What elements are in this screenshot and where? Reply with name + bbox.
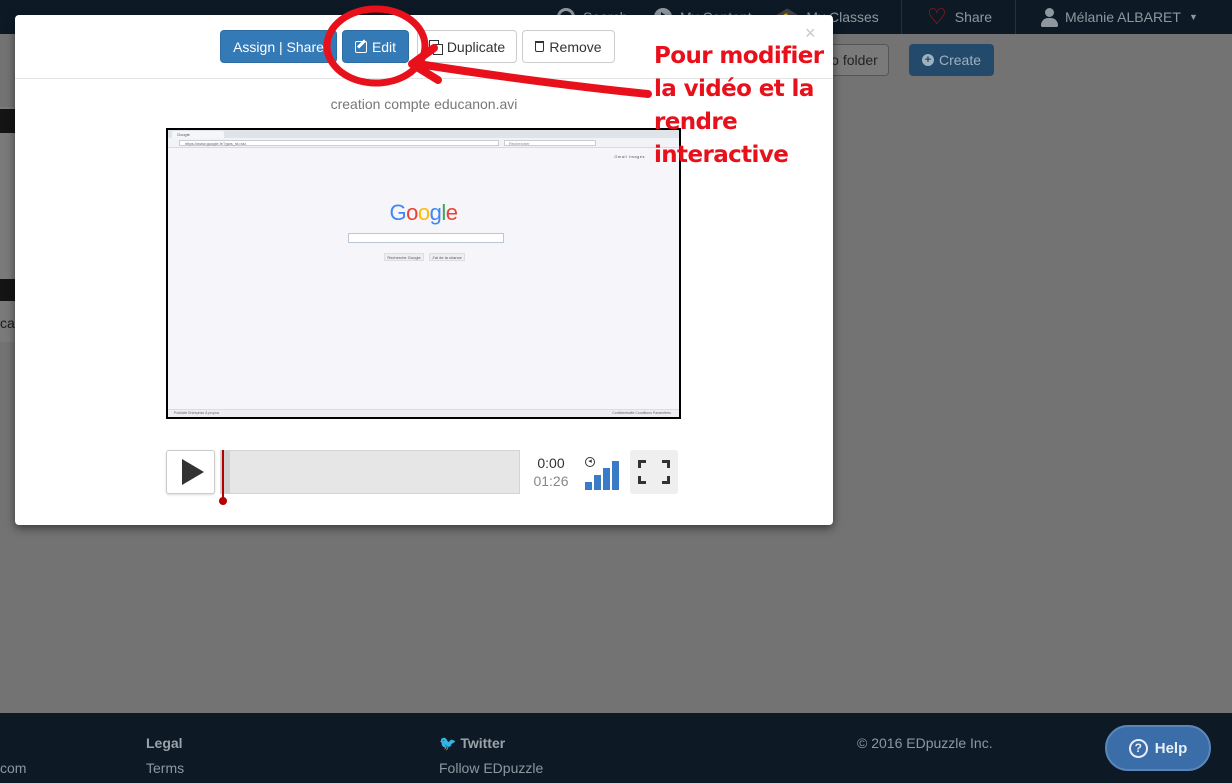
volume-control[interactable]: ◂: [583, 455, 623, 490]
assign-share-button[interactable]: Assign | Share: [220, 30, 337, 63]
plus-icon: +: [921, 54, 934, 66]
google-lucky-button: J'ai de la chance: [429, 253, 465, 261]
footer-link-contact[interactable]: com: [0, 760, 26, 776]
google-top-links: Gmail Images: [614, 154, 645, 159]
caret-down-icon: ▼: [1188, 12, 1198, 22]
footer-legal-heading: Legal: [146, 735, 183, 751]
google-footer-left: Publicité Entreprise À propos: [174, 411, 220, 415]
volume-bar: [603, 468, 610, 490]
browser-tab: Google: [172, 131, 224, 138]
edit-button-label: Edit: [371, 38, 397, 55]
video-card[interactable]: [0, 107, 15, 342]
fullscreen-button[interactable]: [630, 450, 678, 494]
card-thumbnail-strip: [0, 279, 15, 301]
volume-bar: [585, 482, 592, 490]
twitter-icon: 🐦: [439, 735, 457, 751]
help-label: Help: [1154, 739, 1188, 757]
help-button[interactable]: ? Help: [1105, 725, 1211, 771]
edit-icon: [354, 40, 367, 53]
volume-bar: [612, 461, 619, 490]
google-footer-right: Confidentialité Conditions Paramètres: [612, 411, 671, 415]
duplicate-button-label: Duplicate: [446, 38, 506, 55]
user-icon: [1041, 8, 1058, 27]
create-button-label: Create: [938, 52, 982, 68]
edit-button[interactable]: Edit: [342, 30, 409, 63]
remove-button[interactable]: Remove: [522, 30, 615, 63]
google-search-button: Recherche Google: [384, 253, 424, 261]
google-logo: Google: [389, 200, 458, 225]
playhead[interactable]: [219, 450, 227, 505]
annotation-line: rendre: [654, 109, 738, 135]
trash-icon: [535, 41, 545, 52]
user-menu[interactable]: Mélanie ALBARET ▼: [1041, 0, 1198, 34]
browser-url: https://www.google.fr/?gws_rd=ssl: [179, 140, 499, 146]
heart-icon: ♡: [927, 4, 947, 29]
card-thumbnail-strip: [0, 109, 15, 133]
current-time: 0:00: [537, 455, 565, 471]
create-button[interactable]: + Create: [909, 44, 994, 76]
nav-share[interactable]: ♡ Share: [927, 0, 992, 34]
nav-divider: [901, 0, 902, 34]
browser-search: Rechercher: [504, 140, 596, 146]
annotation-line: interactive: [654, 142, 789, 168]
video-player[interactable]: Google https://www.google.fr/?gws_rd=ssl…: [166, 128, 681, 419]
browser-tabstrip: Google: [168, 130, 679, 138]
page-footer: com Legal Terms 🐦 Twitter Follow EDpuzzl…: [0, 713, 1232, 783]
total-time: 01:26: [533, 473, 569, 489]
playhead-handle[interactable]: [219, 497, 227, 505]
speaker-icon: ◂: [585, 457, 595, 467]
duplicate-icon: [428, 40, 443, 55]
footer-link-follow[interactable]: Follow EDpuzzle: [439, 760, 543, 776]
annotation-line: Pour modifier: [654, 43, 824, 69]
google-footer: Publicité Entreprise À propos Confidenti…: [168, 409, 679, 417]
footer-copyright: © 2016 EDpuzzle Inc.: [857, 735, 993, 751]
annotation-text: Pour modifier la vidéo et la rendre inte…: [654, 40, 824, 172]
footer-link-terms[interactable]: Terms: [146, 760, 184, 776]
remove-button-label: Remove: [549, 38, 602, 55]
play-button[interactable]: [166, 450, 215, 494]
video-screen: Google https://www.google.fr/?gws_rd=ssl…: [168, 130, 679, 417]
duplicate-button[interactable]: Duplicate: [417, 30, 517, 63]
user-name: Mélanie ALBARET: [1065, 9, 1181, 25]
annotation-line: la vidéo et la: [654, 76, 814, 102]
question-icon: ?: [1128, 738, 1148, 758]
timeline-scrubber[interactable]: [219, 450, 520, 505]
volume-bar: [594, 475, 601, 490]
nav-share-label: Share: [954, 9, 993, 25]
play-icon: [181, 459, 204, 485]
nav-divider: [1015, 0, 1016, 34]
google-search-box: [348, 233, 504, 243]
footer-twitter-heading: 🐦 Twitter: [439, 735, 505, 752]
footer-twitter-label: Twitter: [460, 735, 506, 751]
